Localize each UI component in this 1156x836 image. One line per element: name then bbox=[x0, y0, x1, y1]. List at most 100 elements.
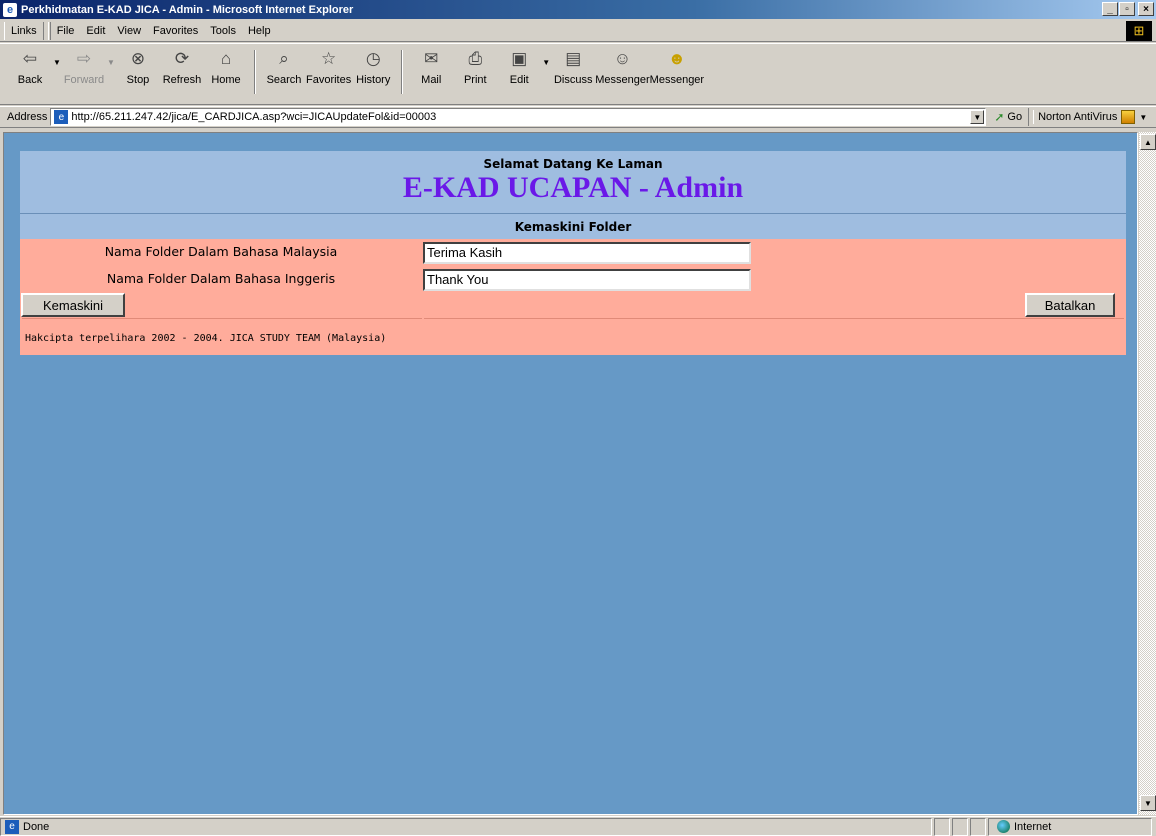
back-label: Back bbox=[17, 74, 43, 86]
maximize-button[interactable]: ▫ bbox=[1119, 2, 1135, 16]
browser-viewport: Selamat Datang Ke Laman E-KAD UCAPAN - A… bbox=[3, 132, 1138, 815]
search-icon: ⌕ bbox=[279, 49, 289, 68]
window-title-bar[interactable]: e Perkhidmatan E-KAD JICA - Admin - Micr… bbox=[0, 0, 1156, 19]
favorites-label: Favorites bbox=[306, 74, 352, 86]
stop-icon: ⊗ bbox=[130, 49, 146, 68]
menu-tools[interactable]: Tools bbox=[204, 25, 242, 37]
refresh-icon: ⟳ bbox=[174, 49, 190, 68]
menu-bar: Links File Edit View Favorites Tools Hel… bbox=[0, 20, 1156, 42]
update-button[interactable]: Kemaskini bbox=[21, 293, 125, 317]
form-row-english: Nama Folder Dalam Bahasa Inggeris Thank … bbox=[20, 267, 1126, 291]
english-folder-input[interactable]: Thank You bbox=[423, 269, 751, 291]
history-button[interactable]: ◷ History bbox=[351, 44, 395, 100]
messenger-label: Messenger bbox=[595, 74, 650, 86]
messenger-icon: ☺ bbox=[613, 49, 632, 68]
forward-arrow-icon: ⇨ bbox=[76, 49, 92, 68]
menu-file[interactable]: File bbox=[51, 25, 81, 37]
stop-label: Stop bbox=[126, 74, 150, 86]
divider bbox=[424, 318, 1124, 319]
minimize-button[interactable]: _ bbox=[1102, 2, 1118, 16]
norton-label: Norton AntiVirus bbox=[1038, 111, 1118, 123]
page-title: E-KAD UCAPAN - Admin bbox=[402, 171, 744, 204]
norton-antivirus-button[interactable]: Norton AntiVirus ▼ bbox=[1033, 110, 1147, 124]
malay-folder-input[interactable]: Terima Kasih bbox=[423, 242, 751, 264]
security-zone: Internet bbox=[988, 817, 1152, 836]
print-label: Print bbox=[463, 74, 487, 86]
menu-view[interactable]: View bbox=[111, 25, 147, 37]
standard-toolbar: ⇦ Back ▼ ⇨ Forward ▼ ⊗ Stop ⟳ Refresh ⌂ … bbox=[0, 43, 1156, 105]
ie-logo-icon: e bbox=[3, 2, 17, 17]
close-button[interactable]: × bbox=[1138, 2, 1154, 16]
page-done-icon: e bbox=[5, 819, 19, 834]
messenger-alt-icon: ☻ bbox=[667, 49, 686, 68]
scroll-down-icon[interactable]: ▼ bbox=[1140, 795, 1156, 811]
back-arrow-icon: ⇦ bbox=[22, 49, 38, 68]
forward-dropdown-icon[interactable]: ▼ bbox=[106, 44, 116, 67]
go-button[interactable]: ➚ Go bbox=[994, 108, 1030, 126]
refresh-button[interactable]: ⟳ Refresh bbox=[160, 44, 204, 100]
page-icon: e bbox=[54, 110, 69, 124]
address-url[interactable]: http://65.211.247.42/jica/E_CARDJICA.asp… bbox=[71, 111, 436, 123]
messenger-alt-label: Messenger bbox=[649, 74, 705, 86]
print-icon: ⎙ bbox=[468, 49, 483, 68]
back-button[interactable]: ⇦ Back bbox=[8, 44, 52, 100]
go-label: Go bbox=[1007, 111, 1023, 123]
status-panel bbox=[934, 817, 950, 836]
english-folder-label: Nama Folder Dalam Bahasa Inggeris bbox=[106, 271, 336, 286]
admin-page: Selamat Datang Ke Laman E-KAD UCAPAN - A… bbox=[20, 151, 1126, 355]
vertical-scrollbar[interactable]: ▲ ▼ bbox=[1138, 132, 1156, 815]
print-button[interactable]: ⎙ Print bbox=[453, 44, 497, 100]
window-controls: _ ▫ × bbox=[1101, 2, 1154, 16]
toolbar-separator bbox=[254, 50, 256, 94]
search-button[interactable]: ⌕ Search bbox=[262, 44, 306, 100]
edit-icon: ▣ bbox=[511, 49, 528, 68]
mail-button[interactable]: ✉ Mail bbox=[409, 44, 453, 100]
history-icon: ◷ bbox=[365, 49, 381, 68]
window-title: Perkhidmatan E-KAD JICA - Admin - Micros… bbox=[21, 3, 354, 16]
form-row-malay: Nama Folder Dalam Bahasa Malaysia Terima… bbox=[20, 240, 1126, 264]
copyright-text: Hakcipta terpelihara 2002 - 2004. JICA S… bbox=[25, 333, 387, 344]
address-input[interactable]: e http://65.211.247.42/jica/E_CARDJICA.a… bbox=[50, 108, 987, 126]
home-label: Home bbox=[211, 74, 241, 86]
messenger-alt-button[interactable]: ☻ Messenger bbox=[650, 44, 704, 100]
menu-help[interactable]: Help bbox=[242, 25, 277, 37]
edit-label: Edit bbox=[509, 74, 529, 86]
address-label: Address bbox=[7, 111, 48, 123]
discuss-button[interactable]: ▤ Discuss bbox=[551, 44, 595, 100]
page-header: Selamat Datang Ke Laman E-KAD UCAPAN - A… bbox=[20, 151, 1126, 213]
discuss-label: Discuss bbox=[553, 74, 593, 86]
norton-dropdown-icon[interactable]: ▼ bbox=[1139, 113, 1147, 122]
menu-edit[interactable]: Edit bbox=[80, 25, 111, 37]
history-label: History bbox=[356, 74, 391, 86]
forward-button[interactable]: ⇨ Forward bbox=[62, 44, 106, 100]
mail-label: Mail bbox=[421, 74, 442, 86]
links-toolbar-button[interactable]: Links bbox=[4, 21, 44, 40]
edit-button[interactable]: ▣ Edit bbox=[497, 44, 541, 100]
globe-icon bbox=[997, 820, 1010, 833]
cancel-button[interactable]: Batalkan bbox=[1025, 293, 1115, 317]
malay-folder-label: Nama Folder Dalam Bahasa Malaysia bbox=[104, 244, 338, 259]
home-button[interactable]: ⌂ Home bbox=[204, 44, 248, 100]
back-dropdown-icon[interactable]: ▼ bbox=[52, 44, 62, 67]
go-arrow-icon: ➚ bbox=[994, 110, 1005, 124]
search-label: Search bbox=[266, 74, 302, 86]
update-folder-form: Nama Folder Dalam Bahasa Malaysia Terima… bbox=[20, 239, 1126, 355]
status-text-panel: e Done bbox=[0, 817, 932, 836]
status-bar: e Done Internet bbox=[0, 816, 1156, 836]
favorites-icon: ☆ bbox=[321, 49, 337, 68]
messenger-button[interactable]: ☺ Messenger bbox=[595, 44, 649, 100]
address-dropdown-icon[interactable]: ▼ bbox=[970, 110, 985, 124]
favorites-button[interactable]: ☆ Favorites bbox=[306, 44, 351, 100]
home-icon: ⌂ bbox=[220, 49, 232, 68]
welcome-text: Selamat Datang Ke Laman bbox=[483, 157, 663, 171]
status-text: Done bbox=[23, 820, 50, 833]
norton-icon bbox=[1121, 110, 1136, 124]
zone-label: Internet bbox=[1014, 820, 1052, 833]
scroll-up-icon[interactable]: ▲ bbox=[1140, 134, 1156, 150]
stop-button[interactable]: ⊗ Stop bbox=[116, 44, 160, 100]
mail-icon: ✉ bbox=[424, 49, 439, 68]
toolbar-separator bbox=[401, 50, 404, 94]
menu-favorites[interactable]: Favorites bbox=[147, 25, 204, 37]
forward-label: Forward bbox=[63, 74, 105, 86]
edit-dropdown-icon[interactable]: ▼ bbox=[541, 44, 551, 67]
